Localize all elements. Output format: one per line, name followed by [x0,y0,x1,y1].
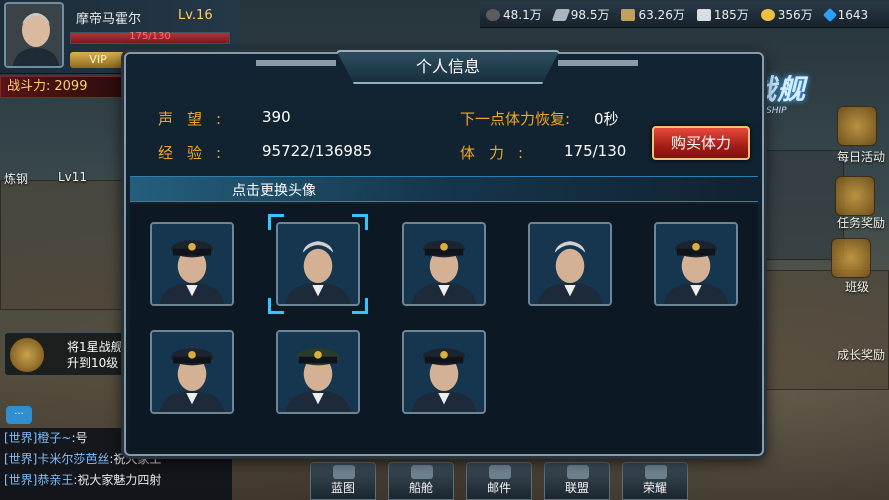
side-task-reward[interactable]: 任务奖励 [837,214,885,231]
vip-badge[interactable]: VIP [70,52,126,68]
resource-ammo[interactable]: 63.26万 [621,6,685,23]
resource-steel[interactable]: 98.5万 [551,6,610,23]
resource-gem[interactable]: 1643 [822,7,869,22]
exp-value: 95722/136985 [262,142,373,160]
player-level: Lv.16 [178,8,213,23]
recover-value: 0秒 [594,110,619,128]
modal-title: 个人信息 [336,50,560,84]
gold-icon [760,8,775,21]
side-rank[interactable]: 班级 [845,278,869,295]
gem-icon [822,7,837,22]
avatar-section-header: 点击更换头像 [130,176,758,202]
selection-corner [268,298,284,314]
aluminum-icon [696,8,711,21]
steel-icon [551,8,570,21]
resource-gold[interactable]: 356万 [760,6,813,23]
chat-sender: 恭亲王 [37,473,74,487]
portrait-admiral-4[interactable] [528,222,612,306]
xp-bar: 175/130 [70,31,230,44]
chat-message: :祝大家魅力四射 [73,473,162,487]
refine-label[interactable]: 炼钢 [4,170,28,187]
section-title: 点击更换头像 [232,183,316,199]
portrait-admiral-1[interactable] [150,222,234,306]
resource-aluminum[interactable]: 185万 [696,6,749,23]
selection-corner [352,214,368,230]
title-decoration [558,60,638,66]
resource-oil[interactable]: 48.1万 [486,6,542,23]
nav-dock-button[interactable]: 船舱 [388,462,454,500]
stamina-label: 体力: [460,144,538,162]
side-growth-reward[interactable]: 成长奖励 [837,346,885,363]
portrait-admiral-2[interactable] [276,222,360,306]
task-tracker[interactable]: 将1星战舰升到10级 [4,332,130,376]
portrait-admiral-6[interactable] [150,330,234,414]
chat-sender: 卡米尔莎芭丝 [37,452,110,466]
nav-glory-button[interactable]: 荣耀 [622,462,688,500]
player-name: 摩帝马霍尔 [76,12,142,27]
exp-label: 经验: [158,144,236,162]
stamina-row: 体力: 175/130 [460,142,626,163]
selection-corner [352,298,368,314]
resource-value: 48.1万 [503,8,542,22]
stamina-value: 175/130 [564,142,627,160]
chat-line: [世界]恭亲王:祝大家魅力四射 [4,470,232,491]
resource-bar: 48.1万 98.5万 63.26万 185万 356万 1643 [480,2,889,28]
reputation-label: 声望: [158,110,236,128]
combat-power: 战斗力: 2099 [0,76,128,98]
ammo-icon [621,8,636,21]
buy-stamina-button[interactable]: 购买体力 [652,126,750,160]
scenery-building [764,270,889,390]
player-avatar[interactable] [4,2,64,68]
chat-channel: [世界] [4,431,38,445]
oil-icon [486,8,500,21]
reputation-value: 390 [262,108,291,126]
chat-message: :号 [71,431,88,445]
reputation-row: 声望: 390 [158,108,291,129]
title-decoration [256,60,336,66]
resource-value: 1643 [837,7,869,22]
refine-level: Lv11 [58,170,88,184]
nav-mail-button[interactable]: 邮件 [466,462,532,500]
nav-blueprint-button[interactable]: 蓝图 [310,462,376,500]
exp-row: 经验: 95722/136985 [158,142,372,163]
portrait-admiral-5[interactable] [654,222,738,306]
personal-info-modal: 个人信息 声望: 390 经验: 95722/136985 下一点体力恢复: 0… [124,50,764,456]
scenery-building [0,180,130,310]
resource-value: 98.5万 [570,8,610,22]
selection-corner [268,214,284,230]
recover-row: 下一点体力恢复: 0秒 [460,108,619,129]
chat-channel: [世界] [4,473,38,487]
nav-alliance-button[interactable]: 联盟 [544,462,610,500]
portrait-admiral-8[interactable] [402,330,486,414]
recover-label: 下一点体力恢复: [460,110,571,128]
resource-value: 63.26万 [638,8,685,22]
combat-power-label: 战斗力: [7,79,51,94]
xp-text: 175/130 [129,31,171,42]
portrait-admiral-3[interactable] [402,222,486,306]
portrait-admiral-7[interactable] [276,330,360,414]
chat-channel: [世界] [4,452,38,466]
resource-value: 185万 [713,8,749,22]
task-text: 将1星战舰升到10级 [67,340,123,370]
portrait-grid [130,204,758,450]
combat-power-value: 2099 [54,79,88,94]
chat-toggle-button[interactable]: ··· [6,406,32,424]
task-icon [9,337,45,373]
side-daily-activity[interactable]: 每日活动 [837,148,885,165]
task-reward-icon[interactable] [835,176,875,216]
chat-sender: 橙子~ [37,431,72,445]
rank-icon[interactable] [831,238,871,278]
resource-value: 356万 [777,8,813,22]
bottom-nav: 蓝图 船舱 邮件 联盟 荣耀 [310,462,688,500]
